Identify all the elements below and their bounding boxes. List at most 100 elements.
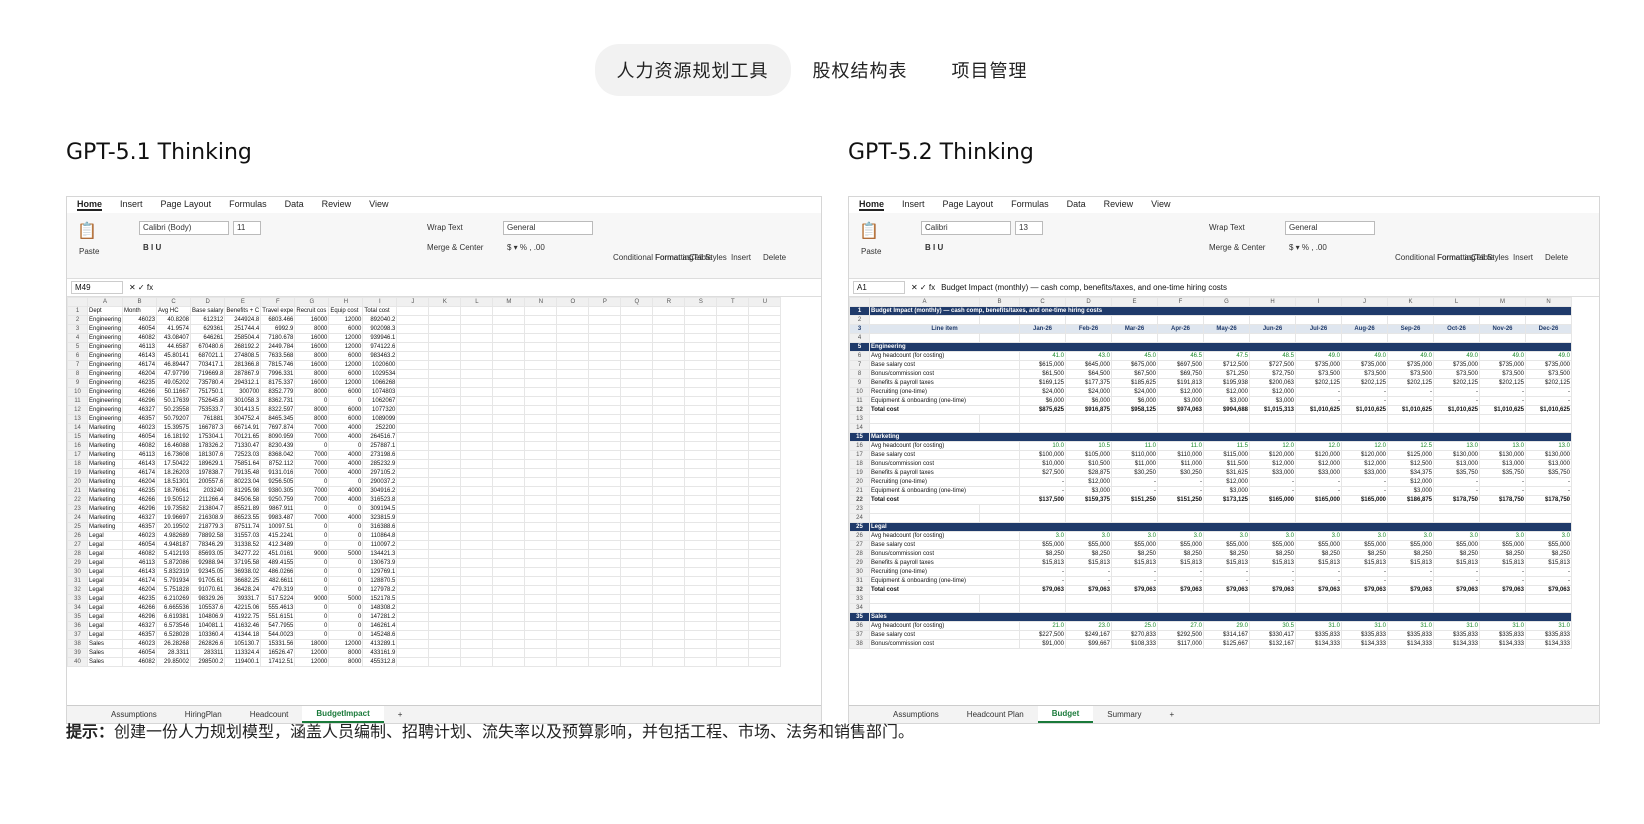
- cell[interactable]: [684, 513, 718, 523]
- cell[interactable]: [1019, 423, 1066, 433]
- cell[interactable]: 9256.505: [260, 477, 296, 487]
- cell[interactable]: 47.5: [1203, 351, 1250, 361]
- cell[interactable]: [748, 612, 782, 622]
- cell[interactable]: 3.0: [1387, 531, 1434, 541]
- cell[interactable]: 3.0: [1203, 531, 1250, 541]
- cell[interactable]: [428, 378, 462, 388]
- cell[interactable]: 486.0266: [260, 567, 296, 577]
- cell[interactable]: [620, 612, 654, 622]
- product-tab-2[interactable]: 项目管理: [930, 44, 1050, 96]
- cell[interactable]: [716, 468, 750, 478]
- column-header[interactable]: D: [1065, 297, 1112, 307]
- bold-icon[interactable]: B I U: [925, 243, 943, 252]
- cell[interactable]: $12,000: [1387, 477, 1434, 487]
- cell[interactable]: [428, 495, 462, 505]
- cell[interactable]: -: [1479, 486, 1526, 496]
- cell[interactable]: $335,833: [1479, 630, 1526, 640]
- cell[interactable]: -: [1019, 486, 1066, 496]
- cell[interactable]: $33,000: [1341, 468, 1388, 478]
- cell[interactable]: [748, 639, 782, 649]
- cell[interactable]: [460, 342, 494, 352]
- cell[interactable]: [652, 567, 686, 577]
- cell[interactable]: [620, 657, 654, 667]
- cell[interactable]: [1433, 315, 1480, 325]
- cell[interactable]: [428, 585, 462, 595]
- line-item-label[interactable]: Base salary cost: [869, 540, 1020, 550]
- cell[interactable]: 12000: [328, 378, 364, 388]
- cell[interactable]: 4000: [328, 459, 364, 469]
- cell[interactable]: [460, 360, 494, 370]
- cell[interactable]: [524, 486, 558, 496]
- cell[interactable]: [492, 351, 526, 361]
- cell[interactable]: 301413.5: [224, 405, 262, 415]
- cell[interactable]: $292,500: [1157, 630, 1204, 640]
- sheet-title[interactable]: Budget Impact (monthly) — cash comp, ben…: [869, 306, 1572, 316]
- cell[interactable]: $249,167: [1065, 630, 1112, 640]
- cell[interactable]: 0: [294, 630, 330, 640]
- cell[interactable]: [684, 405, 718, 415]
- cell[interactable]: [492, 396, 526, 406]
- cell[interactable]: [1157, 594, 1204, 604]
- cell[interactable]: [652, 342, 686, 352]
- row-number[interactable]: 14: [849, 423, 870, 433]
- cell[interactable]: [1525, 504, 1572, 514]
- cell[interactable]: [716, 306, 750, 316]
- cell[interactable]: [492, 630, 526, 640]
- cell[interactable]: 0: [328, 396, 364, 406]
- column-header[interactable]: P: [588, 297, 622, 307]
- line-item-label[interactable]: Total cost: [869, 495, 1020, 505]
- month-header[interactable]: Nov-26: [1479, 324, 1526, 334]
- ribbon-tab-formulas[interactable]: Formulas: [1011, 199, 1049, 211]
- cell[interactable]: 304916.2: [362, 486, 398, 496]
- cell[interactable]: [652, 477, 686, 487]
- cell[interactable]: $8,250: [1019, 549, 1066, 559]
- section-name[interactable]: Marketing: [869, 432, 1572, 442]
- cell[interactable]: [524, 468, 558, 478]
- cell[interactable]: [620, 450, 654, 460]
- cell[interactable]: $55,000: [1249, 540, 1296, 550]
- column-header[interactable]: K: [428, 297, 462, 307]
- cell[interactable]: $10,500: [1065, 459, 1112, 469]
- cell[interactable]: [1203, 414, 1250, 424]
- cell[interactable]: $110,000: [1111, 450, 1158, 460]
- cell[interactable]: [1525, 513, 1572, 523]
- cell[interactable]: $130,000: [1525, 450, 1572, 460]
- cell[interactable]: -: [1479, 477, 1526, 487]
- cell[interactable]: [460, 468, 494, 478]
- cell[interactable]: -: [1525, 387, 1572, 397]
- cell[interactable]: $125,000: [1387, 450, 1434, 460]
- cell[interactable]: [716, 639, 750, 649]
- cell[interactable]: $3,000: [1203, 396, 1250, 406]
- row-number[interactable]: 35: [849, 612, 870, 622]
- cell[interactable]: 9000: [294, 594, 330, 604]
- cell[interactable]: 29.0: [1203, 621, 1250, 631]
- cell[interactable]: [748, 504, 782, 514]
- cell[interactable]: $735,000: [1433, 360, 1480, 370]
- number-format-select[interactable]: General: [1285, 221, 1375, 235]
- cell[interactable]: [716, 486, 750, 496]
- cell[interactable]: $79,063: [1111, 585, 1158, 595]
- cell[interactable]: [588, 495, 622, 505]
- cell[interactable]: 31557.03: [224, 531, 262, 541]
- cell[interactable]: 66714.91: [224, 423, 262, 433]
- cell[interactable]: 86523.55: [224, 513, 262, 523]
- cell[interactable]: [588, 585, 622, 595]
- cell[interactable]: $3,000: [1249, 396, 1296, 406]
- cell[interactable]: [1111, 315, 1158, 325]
- cell[interactable]: [748, 342, 782, 352]
- cell[interactable]: 46143: [122, 459, 158, 469]
- cell[interactable]: 41.0: [1019, 351, 1066, 361]
- cell[interactable]: [1111, 414, 1158, 424]
- cell[interactable]: $202,125: [1341, 378, 1388, 388]
- cell[interactable]: [492, 558, 526, 568]
- cell[interactable]: [556, 630, 590, 640]
- cell[interactable]: $79,063: [1479, 585, 1526, 595]
- cell[interactable]: $71,250: [1203, 369, 1250, 379]
- column-header[interactable]: K: [1387, 297, 1434, 307]
- row-number[interactable]: 34: [849, 603, 870, 613]
- cell[interactable]: [748, 585, 782, 595]
- cell[interactable]: [588, 315, 622, 325]
- cell[interactable]: [620, 315, 654, 325]
- cell[interactable]: [1249, 414, 1296, 424]
- cell[interactable]: 119400.1: [224, 657, 262, 667]
